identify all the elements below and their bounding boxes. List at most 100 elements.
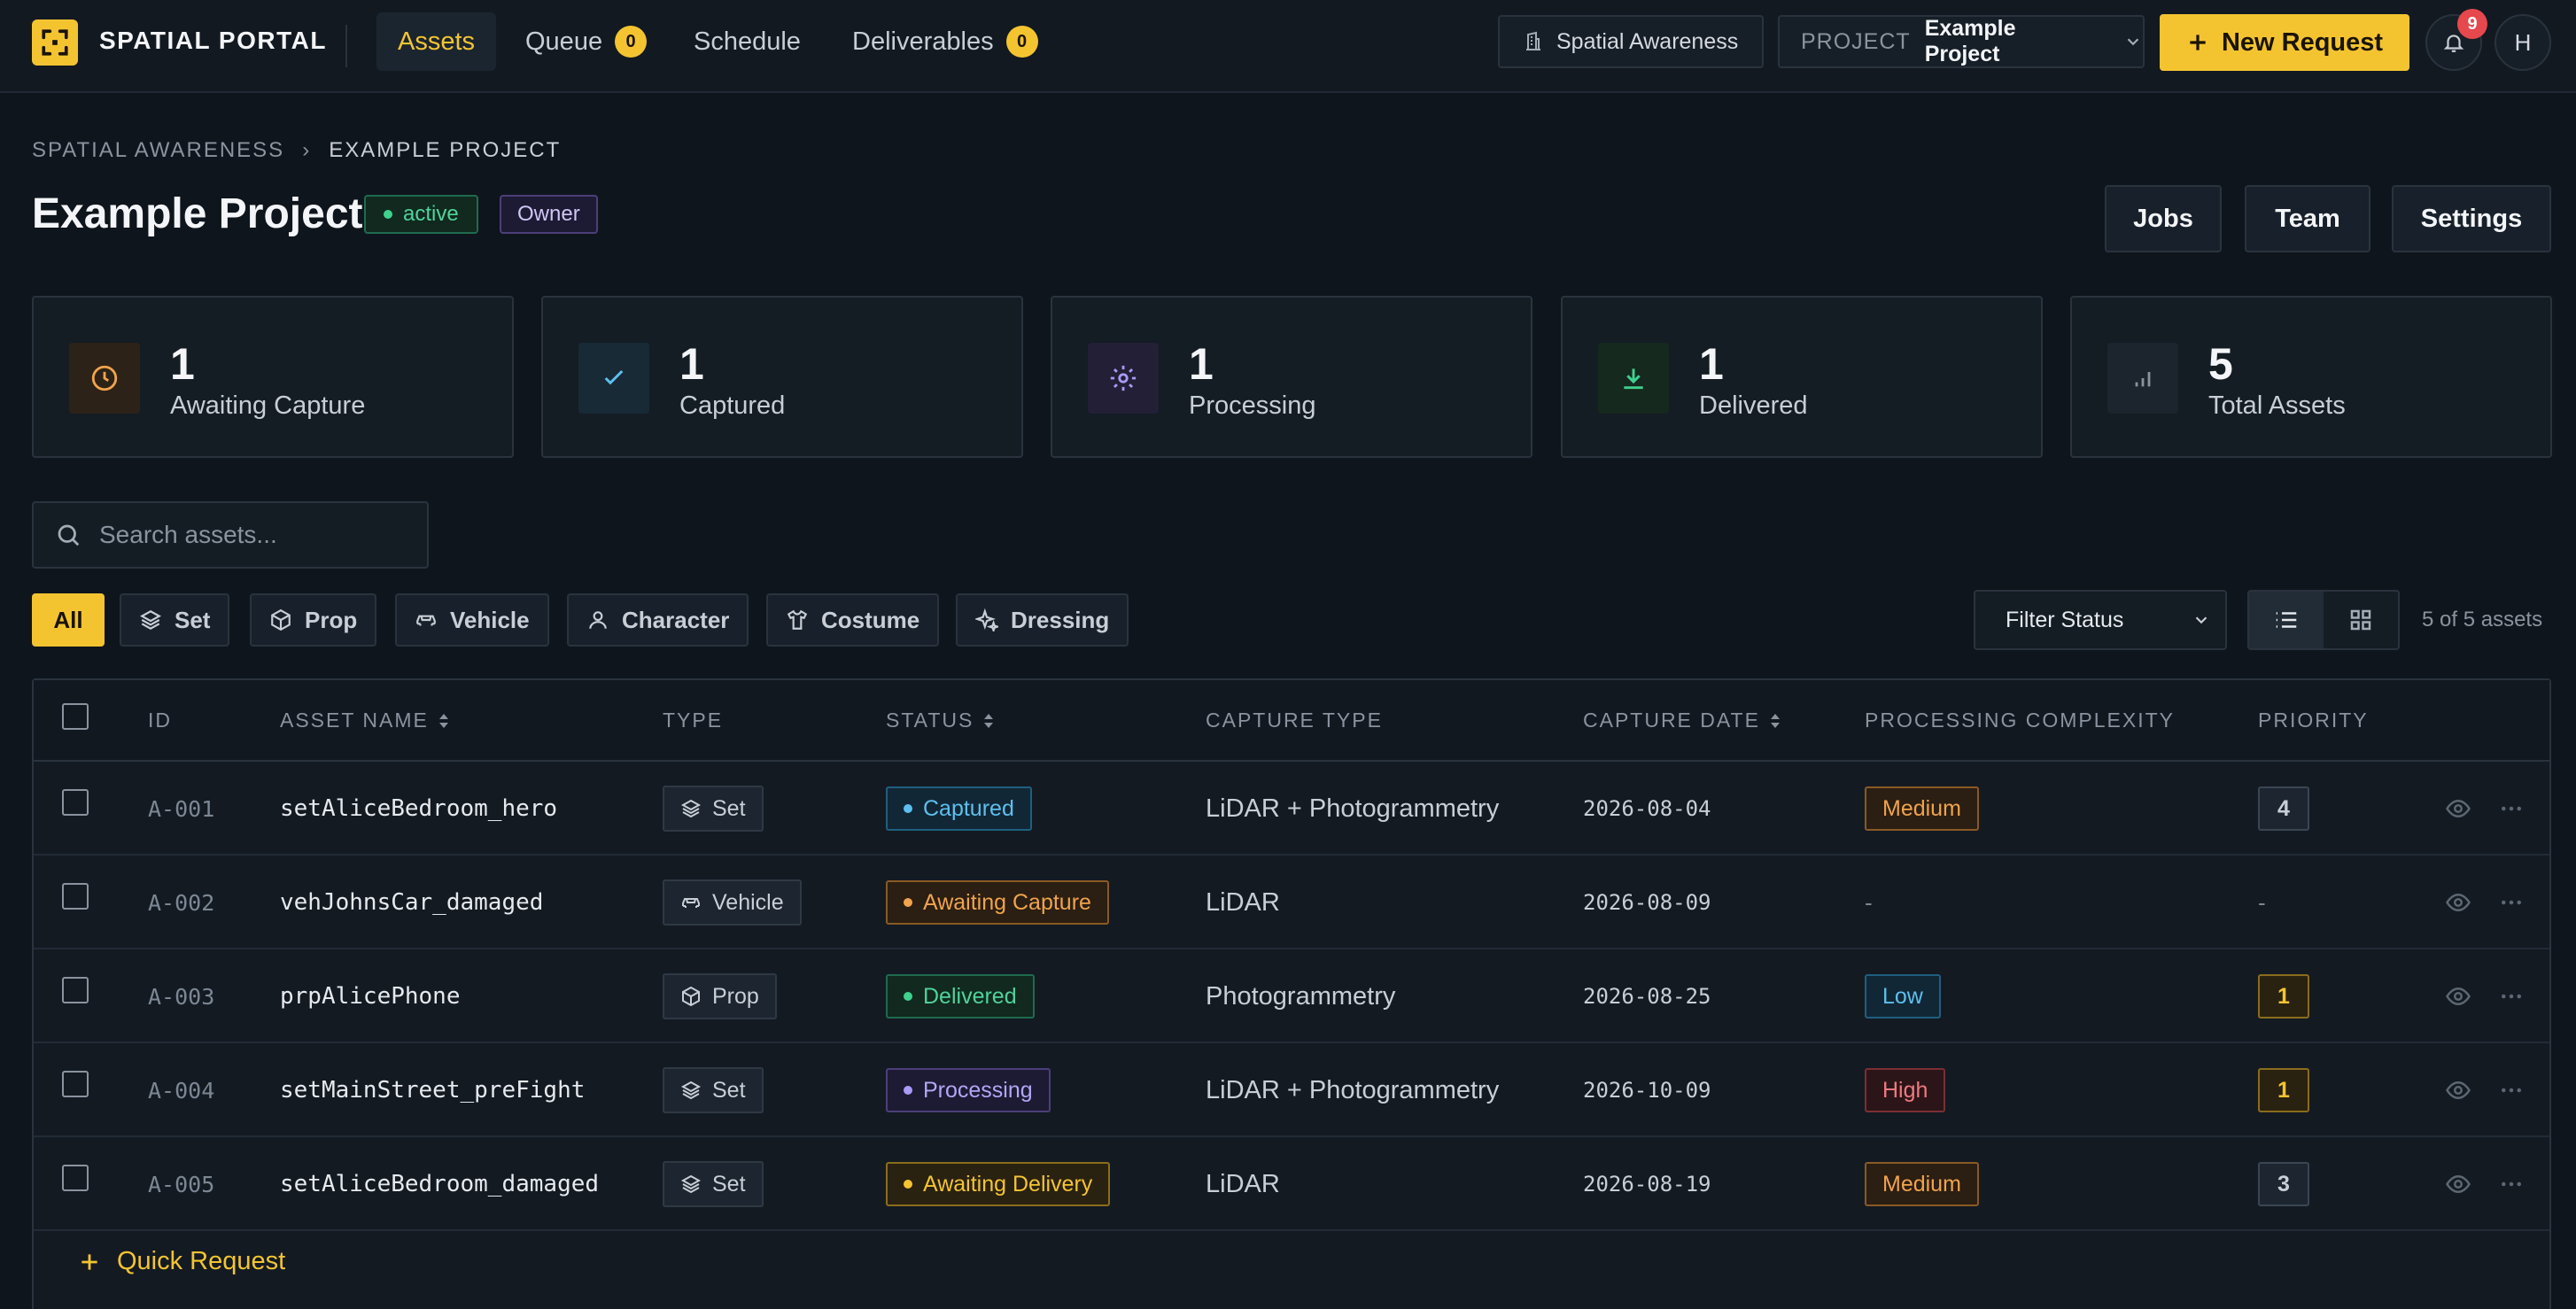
- filter-chip-all[interactable]: All: [32, 593, 105, 647]
- table-row[interactable]: A-002 vehJohnsCar_damaged Vehicle Awaiti…: [34, 856, 2549, 949]
- stat-card-total-assets[interactable]: 5 Total Assets: [2070, 296, 2552, 458]
- shirt-icon: [787, 609, 808, 630]
- filter-chip-prop[interactable]: Prop: [250, 593, 377, 647]
- filter-chip-label: Costume: [821, 606, 920, 633]
- building-icon: [1526, 31, 1540, 50]
- asset-name[interactable]: prpAlicePhone: [280, 949, 461, 1043]
- row-checkbox[interactable]: [62, 1165, 89, 1191]
- cube-icon: [271, 608, 291, 631]
- column-header-capture-date[interactable]: CAPTURE DATE: [1583, 709, 1781, 732]
- stat-label: Awaiting Capture: [170, 391, 366, 420]
- capture-type: LiDAR: [1206, 887, 1280, 917]
- stat-card-delivered[interactable]: 1 Delivered: [1561, 296, 2043, 458]
- view-toggle: [2247, 590, 2400, 650]
- divider: [345, 25, 347, 67]
- capture-date: 2026-08-04: [1583, 796, 1711, 821]
- view-button[interactable]: [2445, 949, 2471, 1043]
- view-button[interactable]: [2445, 856, 2471, 949]
- asset-name[interactable]: vehJohnsCar_damaged: [280, 856, 543, 949]
- sort-icon: [1770, 713, 1780, 728]
- priority-badge: 3: [2258, 1162, 2309, 1206]
- table-row[interactable]: A-001 setAliceBedroom_hero Set Captured …: [34, 762, 2549, 856]
- notification-count-badge: 9: [2457, 9, 2487, 39]
- row-checkbox[interactable]: [62, 977, 89, 1003]
- quick-request-label: Quick Request: [117, 1247, 286, 1275]
- column-header-status[interactable]: STATUS: [886, 709, 995, 732]
- filter-chip-costume[interactable]: Costume: [766, 593, 940, 647]
- row-checkbox[interactable]: [62, 1071, 89, 1097]
- org-name: Spatial Awareness: [1556, 28, 1739, 54]
- asset-name[interactable]: setMainStreet_preFight: [280, 1043, 585, 1137]
- grid-icon: [2350, 609, 2371, 631]
- more-icon: [2502, 1181, 2521, 1187]
- gear-icon: [1088, 343, 1159, 414]
- asset-id: A-005: [148, 1171, 215, 1197]
- download-icon: [1598, 343, 1669, 414]
- type-chip: Set: [663, 1067, 764, 1113]
- quick-request-button[interactable]: Quick Request: [78, 1247, 285, 1276]
- chevron-down-icon: [2195, 616, 2207, 624]
- filter-chip-character[interactable]: Character: [567, 593, 749, 647]
- more-actions-button[interactable]: [2498, 856, 2525, 949]
- more-actions-button[interactable]: [2498, 1043, 2525, 1137]
- status-filter-value: Filter Status: [2006, 607, 2124, 632]
- asset-name[interactable]: setAliceBedroom_damaged: [280, 1137, 599, 1231]
- stat-value: 5: [2208, 339, 2233, 389]
- view-button[interactable]: [2445, 1043, 2471, 1137]
- filter-chip-set[interactable]: Set: [120, 593, 230, 647]
- status-filter-select[interactable]: Filter Status: [1974, 590, 2227, 650]
- search-icon: [58, 524, 80, 546]
- stat-card-processing[interactable]: 1 Processing: [1051, 296, 1532, 458]
- logo-icon[interactable]: [32, 19, 78, 66]
- jobs-button[interactable]: Jobs: [2105, 185, 2222, 252]
- car-icon: [416, 615, 436, 626]
- stat-card-captured[interactable]: 1 Captured: [541, 296, 1023, 458]
- filter-chip-dressing[interactable]: Dressing: [956, 593, 1129, 647]
- filter-chip-vehicle[interactable]: Vehicle: [395, 593, 549, 647]
- status-badge: Processing: [886, 1068, 1051, 1112]
- more-actions-button[interactable]: [2498, 949, 2525, 1043]
- sparkle-icon: [975, 608, 998, 631]
- stat-value: 1: [679, 339, 704, 389]
- filter-chip-label: Character: [622, 606, 730, 633]
- column-header-asset-name[interactable]: ASSET NAME: [280, 709, 450, 732]
- status-badge-label: active: [403, 202, 459, 226]
- capture-date: 2026-10-09: [1583, 1078, 1711, 1103]
- status-badge: Captured: [886, 786, 1032, 831]
- search-input[interactable]: [99, 521, 418, 549]
- more-actions-button[interactable]: [2498, 1137, 2525, 1231]
- asset-name[interactable]: setAliceBedroom_hero: [280, 762, 557, 856]
- nav-tab-assets[interactable]: Assets: [376, 12, 497, 71]
- nav-tab-label: Schedule: [694, 27, 801, 56]
- project-selector[interactable]: PROJECT Example Project: [1778, 15, 2145, 68]
- grid-view-button[interactable]: [2324, 592, 2398, 648]
- new-request-button[interactable]: New Request: [2160, 14, 2409, 71]
- breadcrumb-org-link[interactable]: SPATIAL AWARENESS: [32, 138, 284, 163]
- table-header: ID ASSET NAME TYPE STATUS CAPTURE TYPE C…: [34, 680, 2549, 762]
- table-row[interactable]: A-005 setAliceBedroom_damaged Set Awaiti…: [34, 1137, 2549, 1231]
- new-request-label: New Request: [2221, 27, 2384, 57]
- org-selector[interactable]: Spatial Awareness: [1498, 15, 1764, 68]
- row-checkbox[interactable]: [62, 789, 89, 816]
- nav-tab-queue[interactable]: Queue 0: [504, 12, 668, 71]
- settings-button[interactable]: Settings: [2392, 185, 2551, 252]
- project-selector-value: Example Project: [1924, 16, 2016, 66]
- table-row[interactable]: A-003 prpAlicePhone Prop Delivered Photo…: [34, 949, 2549, 1043]
- user-avatar[interactable]: H: [2495, 14, 2551, 71]
- more-actions-button[interactable]: [2498, 762, 2525, 856]
- layers-icon: [680, 799, 702, 818]
- breadcrumb: SPATIAL AWARENESS › EXAMPLE PROJECT: [32, 138, 561, 163]
- view-button[interactable]: [2445, 1137, 2471, 1231]
- view-button[interactable]: [2445, 762, 2471, 856]
- team-button[interactable]: Team: [2245, 185, 2370, 252]
- row-checkbox[interactable]: [62, 883, 89, 910]
- table-row[interactable]: A-004 setMainStreet_preFight Set Process…: [34, 1043, 2549, 1137]
- select-all-checkbox[interactable]: [62, 703, 89, 730]
- stat-card-awaiting-capture[interactable]: 1 Awaiting Capture: [32, 296, 514, 458]
- check-icon: [578, 343, 649, 414]
- chevron-down-icon: [2127, 38, 2139, 46]
- nav-tab-schedule[interactable]: Schedule: [672, 12, 822, 71]
- column-header-id: ID: [148, 709, 172, 732]
- nav-tab-deliverables[interactable]: Deliverables 0: [831, 12, 1059, 71]
- list-view-button[interactable]: [2249, 592, 2324, 648]
